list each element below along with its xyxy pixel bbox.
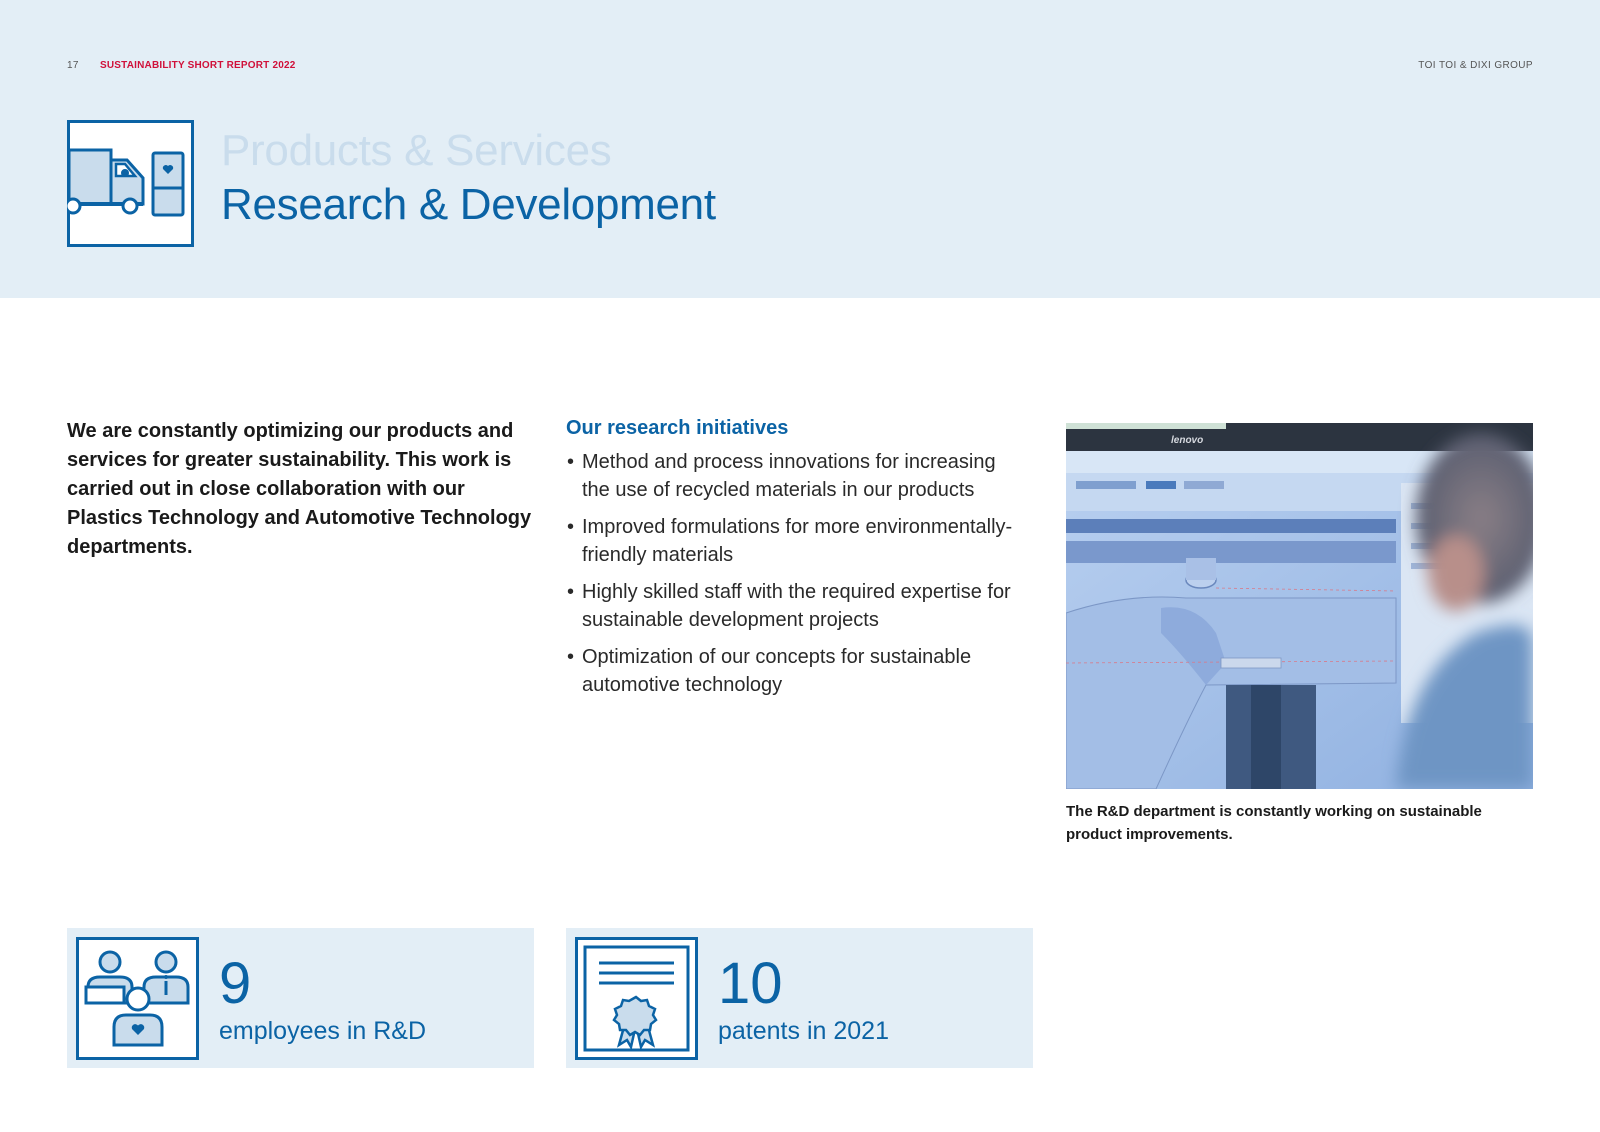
list-item: • Highly skilled staff with the required …	[567, 581, 1011, 631]
group-name: TOI TOI & DIXI GROUP	[1418, 60, 1533, 71]
rd-photo: lenovo	[1066, 423, 1533, 789]
list-item: • Method and process innovations for incr…	[567, 451, 996, 501]
stat-patents: 10 patents in 2021	[566, 928, 1033, 1068]
certificate-icon	[575, 937, 698, 1060]
intro-paragraph: We are constantly optimizing our product…	[67, 420, 532, 558]
stat-label: patents in 2021	[718, 1017, 889, 1045]
truck-and-toilet-icon	[64, 120, 194, 247]
people-icon	[76, 937, 199, 1060]
list-item: • Improved formulations for more environm…	[567, 516, 1013, 566]
section-title: Products & Services	[221, 126, 612, 175]
list-item: • Optimization of our concepts for sustai…	[567, 646, 972, 696]
monitor-brand: lenovo	[1171, 435, 1203, 446]
page-number: 17	[67, 60, 79, 71]
photo-caption: The R&D department is constantly working…	[1066, 803, 1482, 843]
stat-value: 9	[219, 951, 252, 1016]
research-initiatives: Our research initiatives • Method and pro…	[566, 417, 1016, 708]
initiatives-list: • Method and process innovations for incr…	[566, 448, 1016, 699]
report-title: SUSTAINABILITY SHORT REPORT 2022	[100, 60, 296, 71]
stat-label: employees in R&D	[219, 1017, 427, 1045]
page-title: Research & Development	[221, 180, 716, 229]
stat-value: 10	[718, 951, 783, 1016]
initiatives-title: Our research initiatives	[566, 417, 789, 439]
stat-employees: 9 employees in R&D	[67, 928, 534, 1068]
